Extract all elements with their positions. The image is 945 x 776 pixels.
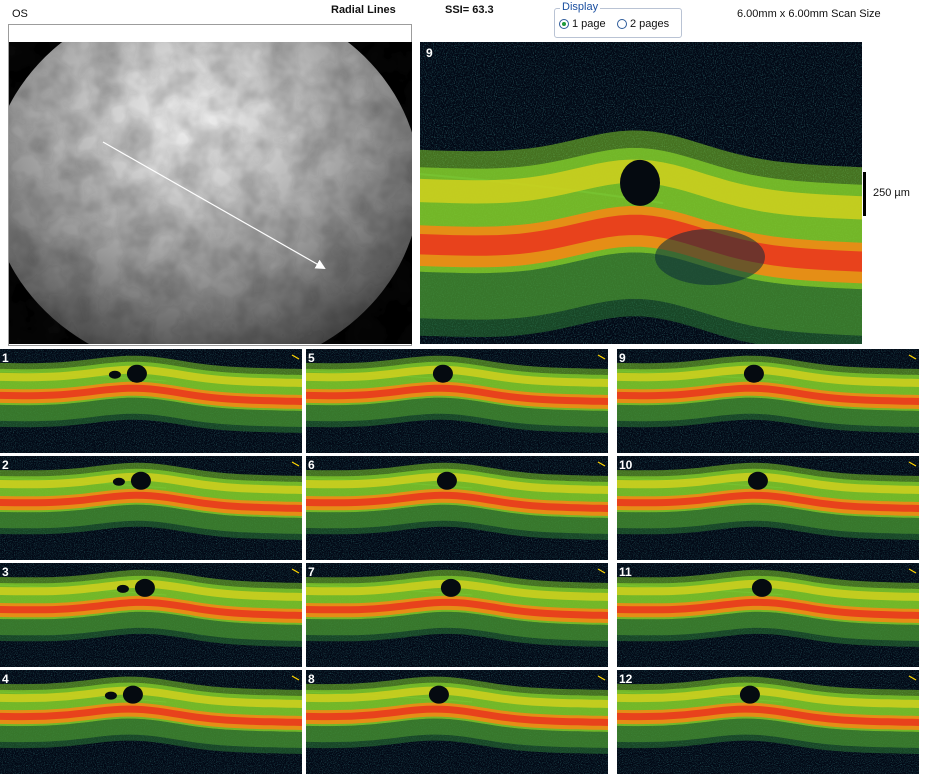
- thumbnail-number: 7: [308, 565, 315, 579]
- thumbnail-number: 9: [619, 351, 626, 365]
- two-pages-radio[interactable]: 2 pages: [617, 18, 669, 30]
- main-bscan-image[interactable]: 9: [420, 42, 862, 344]
- radio-empty-icon: [617, 19, 627, 29]
- thumbnail-scan-10[interactable]: 10: [617, 456, 919, 560]
- thumbnail-number: 11: [619, 565, 632, 579]
- ssi-label: SSI= 63.3: [445, 4, 494, 16]
- thumbnail-scan-11[interactable]: 11: [617, 563, 919, 667]
- thumbnail-number: 3: [2, 565, 9, 579]
- thumbnail-number: 6: [308, 458, 315, 472]
- scan-type-label: Radial Lines: [331, 4, 396, 16]
- scale-bar: [863, 172, 866, 216]
- thumbnail-scan-3[interactable]: 3: [0, 563, 302, 667]
- thumbnail-scan-12[interactable]: 12: [617, 670, 919, 774]
- fundus-image: [9, 42, 412, 344]
- scan-size-label: 6.00mm x 6.00mm Scan Size: [737, 8, 881, 20]
- thumbnail-scan-9[interactable]: 9: [617, 349, 919, 453]
- thumbnail-number: 2: [2, 458, 9, 472]
- thumbnail-scan-6[interactable]: 6: [306, 456, 608, 560]
- thumbnail-scan-8[interactable]: 8: [306, 670, 608, 774]
- thumbnail-number: 8: [308, 672, 315, 686]
- one-page-radio[interactable]: 1 page: [559, 18, 606, 30]
- one-page-label: 1 page: [572, 18, 606, 30]
- thumbnail-number: 1: [2, 351, 9, 365]
- thumbnail-scan-5[interactable]: 5: [306, 349, 608, 453]
- scale-bar-label: 250 µm: [873, 187, 910, 199]
- main-scan-number: 9: [426, 46, 433, 60]
- thumbnail-number: 10: [619, 458, 633, 472]
- thumbnail-number: 12: [619, 672, 633, 686]
- thumbnail-scan-4[interactable]: 4: [0, 670, 302, 774]
- eye-label: OS: [12, 8, 28, 20]
- display-legend: Display: [560, 1, 601, 13]
- radio-selected-icon: [559, 19, 569, 29]
- display-option-group: Display 1 page 2 pages: [554, 1, 682, 38]
- two-pages-label: 2 pages: [630, 18, 670, 30]
- thumbnail-number: 5: [308, 351, 315, 365]
- thumbnail-number: 4: [2, 672, 9, 686]
- thumbnail-scan-7[interactable]: 7: [306, 563, 608, 667]
- thumbnail-scan-1[interactable]: 1: [0, 349, 302, 453]
- thumbnail-scan-2[interactable]: 2: [0, 456, 302, 560]
